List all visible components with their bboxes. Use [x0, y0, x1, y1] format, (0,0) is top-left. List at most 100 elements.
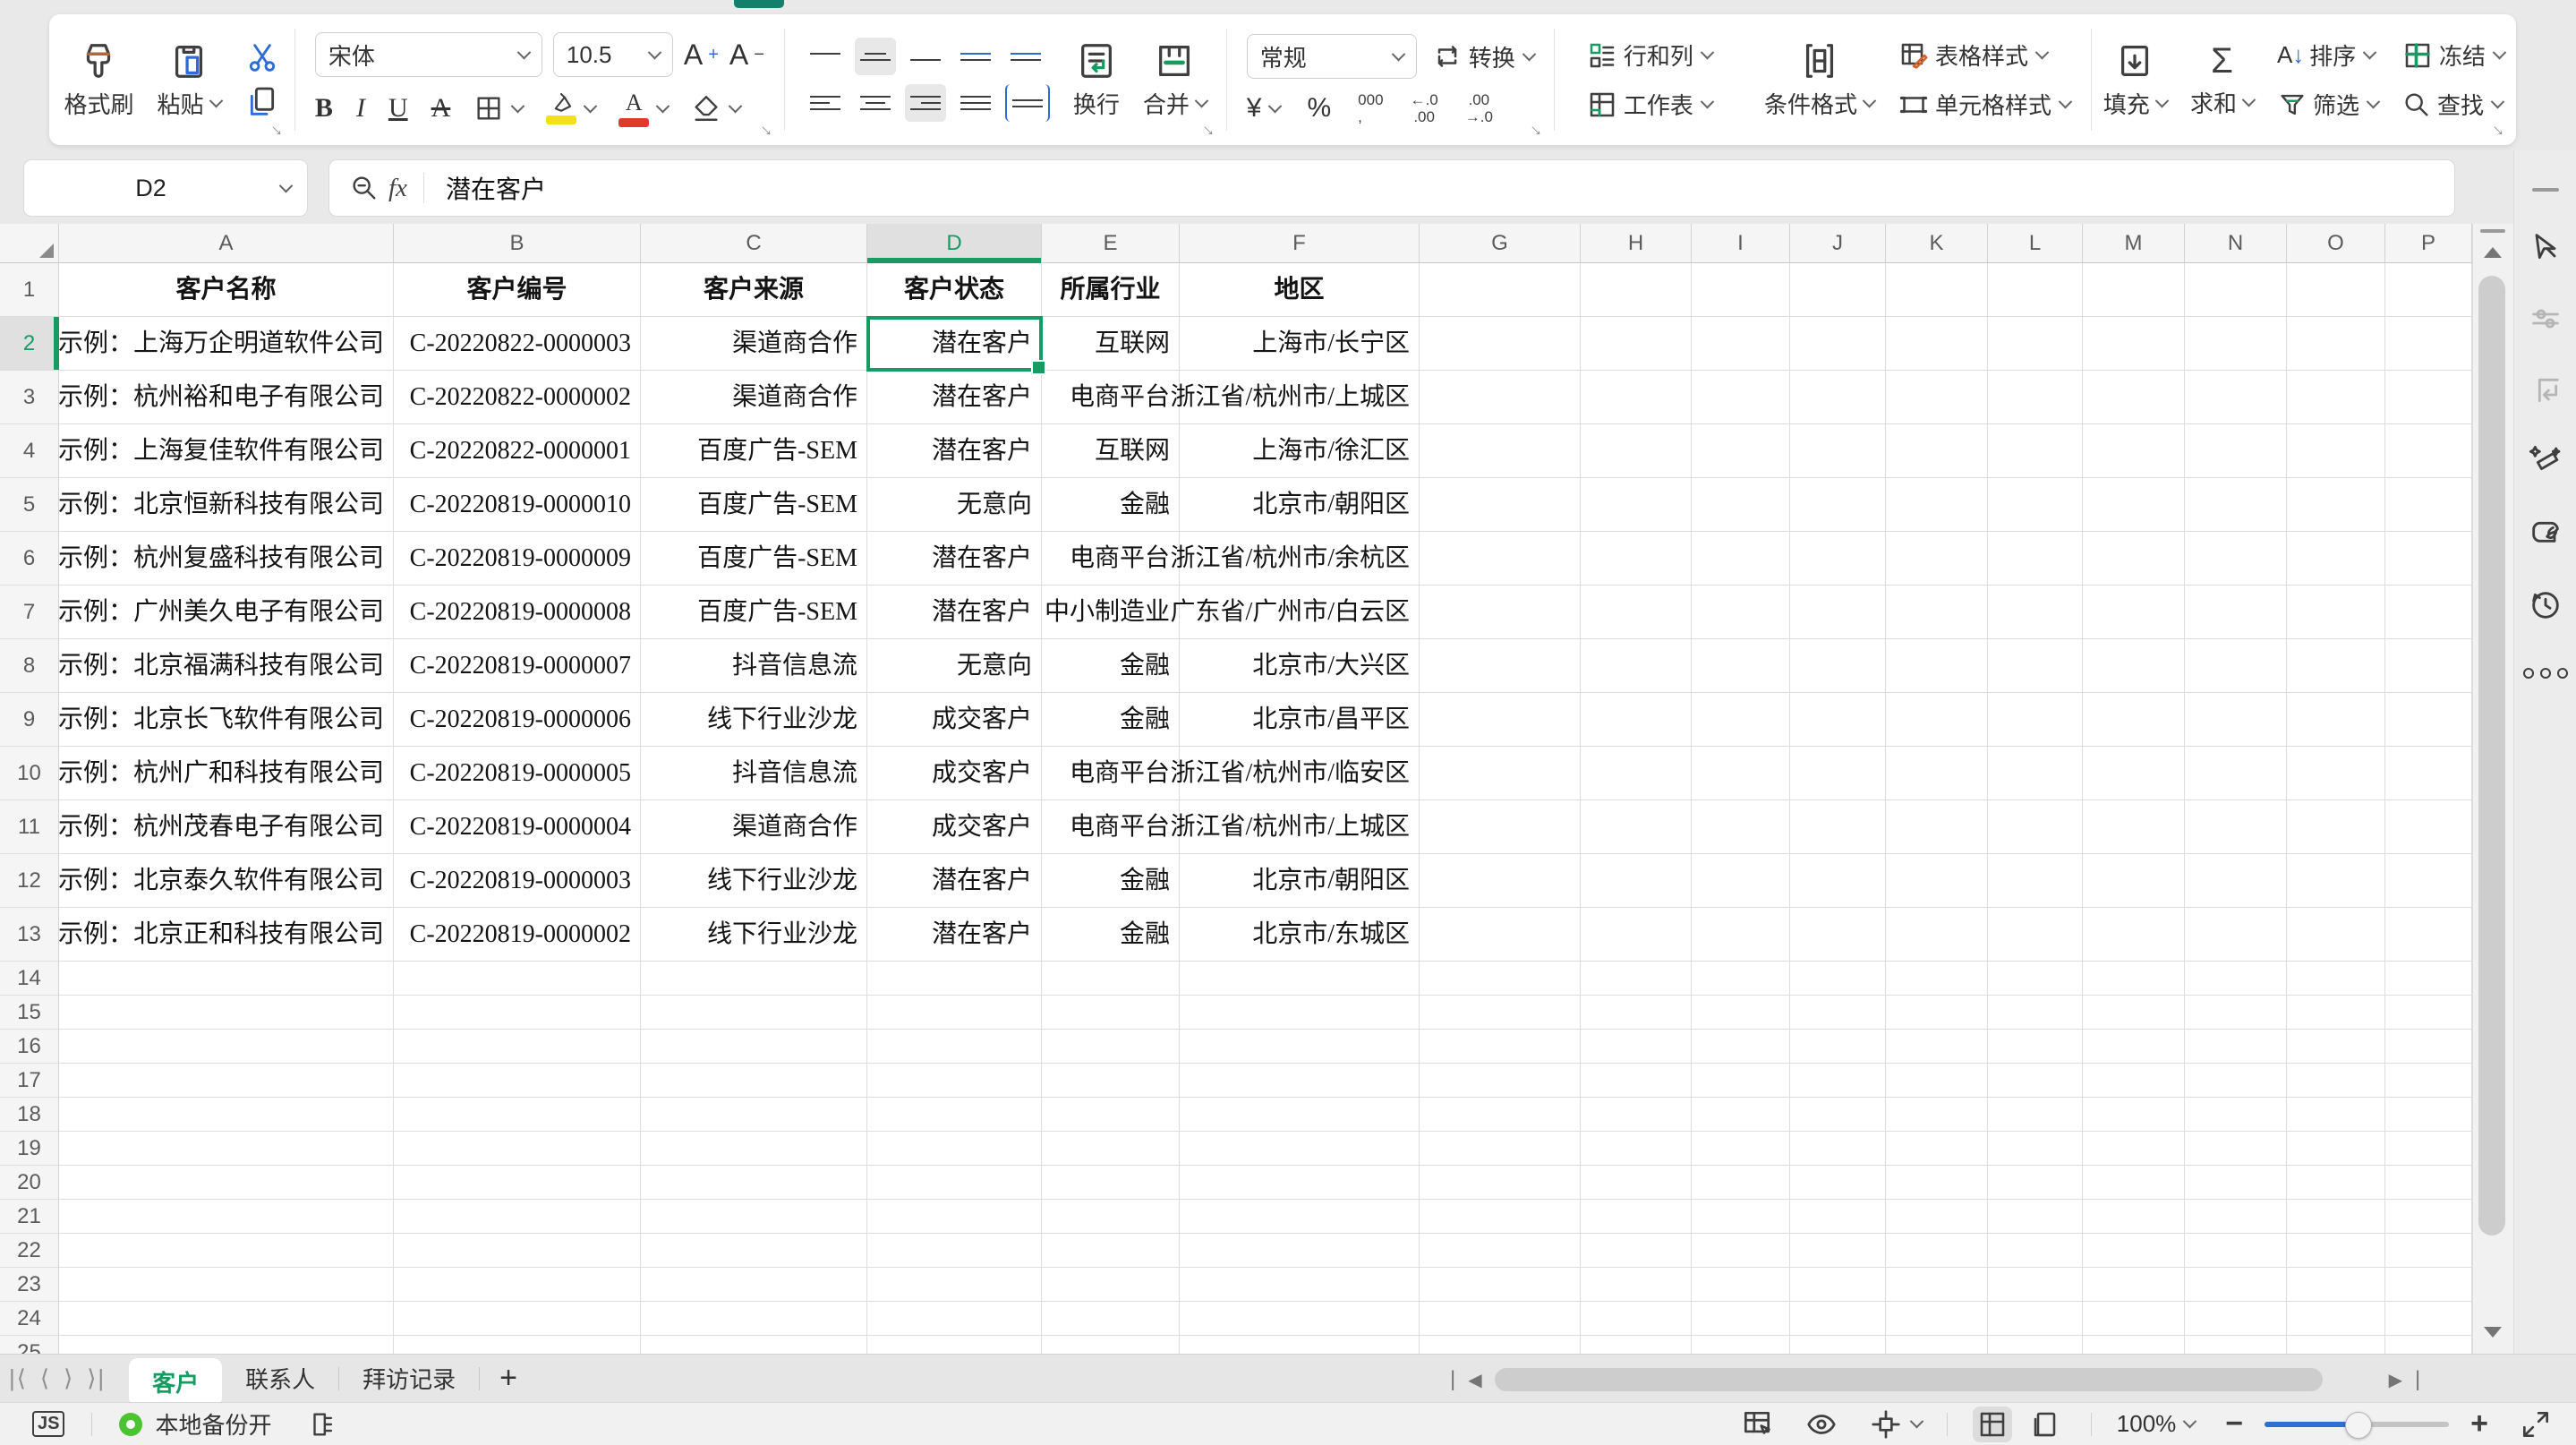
cell-J1[interactable] — [1790, 263, 1886, 317]
cell-M25[interactable] — [2083, 1336, 2185, 1354]
cell-B14[interactable] — [394, 962, 641, 996]
cell-G4[interactable] — [1420, 424, 1581, 478]
cell-D22[interactable] — [867, 1234, 1042, 1268]
cell-H10[interactable] — [1581, 747, 1692, 800]
cell-J7[interactable] — [1790, 586, 1886, 639]
cell-N18[interactable] — [2185, 1098, 2287, 1132]
cell-O19[interactable] — [2287, 1132, 2385, 1166]
cell-F13[interactable]: 北京市/东城区 — [1180, 908, 1420, 962]
cell-O25[interactable] — [2287, 1336, 2385, 1354]
filter-button[interactable]: 筛选 — [2277, 88, 2378, 121]
justify-button[interactable] — [955, 84, 996, 122]
cell-A6[interactable]: 示例：杭州复盛科技有限公司 — [59, 532, 394, 586]
fill-color-button[interactable] — [546, 92, 595, 124]
cell-C15[interactable] — [641, 996, 867, 1030]
cell-J4[interactable] — [1790, 424, 1886, 478]
cell-C5[interactable]: 百度广告-SEM — [641, 478, 867, 532]
sort-button[interactable]: A↓ 排序 — [2277, 38, 2378, 72]
cell-I3[interactable] — [1692, 371, 1790, 424]
cell-P8[interactable] — [2385, 639, 2472, 693]
cell-I5[interactable] — [1692, 478, 1790, 532]
cell-D15[interactable] — [867, 996, 1042, 1030]
cell-D10[interactable]: 成交客户 — [867, 747, 1042, 800]
bold-button[interactable]: B — [315, 93, 333, 124]
row-header-12[interactable]: 12 — [0, 854, 59, 908]
cell-F25[interactable] — [1180, 1336, 1420, 1354]
cell-C23[interactable] — [641, 1268, 867, 1302]
cell-G7[interactable] — [1420, 586, 1581, 639]
document-outline-icon[interactable] — [307, 1409, 337, 1440]
cell-N17[interactable] — [2185, 1064, 2287, 1098]
cell-C20[interactable] — [641, 1166, 867, 1200]
sheet-tab-contacts[interactable]: 联系人 — [222, 1358, 338, 1399]
cell-C24[interactable] — [641, 1302, 867, 1336]
fullscreen-icon[interactable] — [2519, 1407, 2553, 1441]
cell-N10[interactable] — [2185, 747, 2287, 800]
cell-I21[interactable] — [1692, 1200, 1790, 1234]
row-header-2[interactable]: 2 — [0, 317, 59, 371]
cell-I25[interactable] — [1692, 1336, 1790, 1354]
cell-H3[interactable] — [1581, 371, 1692, 424]
cell-I22[interactable] — [1692, 1234, 1790, 1268]
cell-N8[interactable] — [2185, 639, 2287, 693]
name-box[interactable]: D2 — [23, 159, 308, 217]
cell-K3[interactable] — [1886, 371, 1988, 424]
worksheet-button[interactable]: 工作表 — [1586, 88, 1712, 121]
next-sheet-button[interactable]: ⟩ — [64, 1364, 74, 1392]
cell-O6[interactable] — [2287, 532, 2385, 586]
cell-G23[interactable] — [1420, 1268, 1581, 1302]
cell-I10[interactable] — [1692, 747, 1790, 800]
cell-K20[interactable] — [1886, 1166, 1988, 1200]
cell-A8[interactable]: 示例：北京福满科技有限公司 — [59, 639, 394, 693]
cell-A20[interactable] — [59, 1166, 394, 1200]
cell-I15[interactable] — [1692, 996, 1790, 1030]
cell-F14[interactable] — [1180, 962, 1420, 996]
cell-H2[interactable] — [1581, 317, 1692, 371]
cell-N12[interactable] — [2185, 854, 2287, 908]
row-header-7[interactable]: 7 — [0, 586, 59, 639]
cell-H4[interactable] — [1581, 424, 1692, 478]
cell-N21[interactable] — [2185, 1200, 2287, 1234]
cell-E6[interactable]: 电商平台 — [1042, 532, 1180, 586]
cell-E10[interactable]: 电商平台 — [1042, 747, 1180, 800]
cell-P4[interactable] — [2385, 424, 2472, 478]
column-header-L[interactable]: L — [1988, 224, 2083, 263]
cell-K7[interactable] — [1886, 586, 1988, 639]
cell-D9[interactable]: 成交客户 — [867, 693, 1042, 747]
cell-J14[interactable] — [1790, 962, 1886, 996]
cell-F15[interactable] — [1180, 996, 1420, 1030]
column-header-O[interactable]: O — [2287, 224, 2385, 263]
cell-G10[interactable] — [1420, 747, 1581, 800]
cell-H11[interactable] — [1581, 800, 1692, 854]
cell-C9[interactable]: 线下行业沙龙 — [641, 693, 867, 747]
cell-O7[interactable] — [2287, 586, 2385, 639]
cell-P3[interactable] — [2385, 371, 2472, 424]
local-backup-label[interactable]: 本地备份开 — [155, 1407, 271, 1441]
cell-I7[interactable] — [1692, 586, 1790, 639]
cell-K14[interactable] — [1886, 962, 1988, 996]
cell-F2[interactable]: 上海市/长宁区 — [1180, 317, 1420, 371]
cell-M18[interactable] — [2083, 1098, 2185, 1132]
cell-O22[interactable] — [2287, 1234, 2385, 1268]
cell-G24[interactable] — [1420, 1302, 1581, 1336]
cell-M14[interactable] — [2083, 962, 2185, 996]
cell-O1[interactable] — [2287, 263, 2385, 317]
cell-K22[interactable] — [1886, 1234, 1988, 1268]
cell-L16[interactable] — [1988, 1030, 2083, 1064]
cell-J23[interactable] — [1790, 1268, 1886, 1302]
column-header-C[interactable]: C — [641, 224, 867, 263]
column-header-F[interactable]: F — [1180, 224, 1420, 263]
row-header-25[interactable]: 25 — [0, 1336, 59, 1354]
row-header-16[interactable]: 16 — [0, 1030, 59, 1064]
paste-button[interactable]: 粘贴 — [158, 40, 221, 120]
column-header-I[interactable]: I — [1692, 224, 1790, 263]
cell-L11[interactable] — [1988, 800, 2083, 854]
cell-H23[interactable] — [1581, 1268, 1692, 1302]
cell-C4[interactable]: 百度广告-SEM — [641, 424, 867, 478]
js-macro-icon[interactable]: JS — [32, 1411, 64, 1437]
cell-K24[interactable] — [1886, 1302, 1988, 1336]
cell-N3[interactable] — [2185, 371, 2287, 424]
row-header-5[interactable]: 5 — [0, 478, 59, 532]
zoom-in-button[interactable]: + — [2470, 1407, 2488, 1441]
first-sheet-button[interactable]: |⟨ — [9, 1364, 28, 1392]
